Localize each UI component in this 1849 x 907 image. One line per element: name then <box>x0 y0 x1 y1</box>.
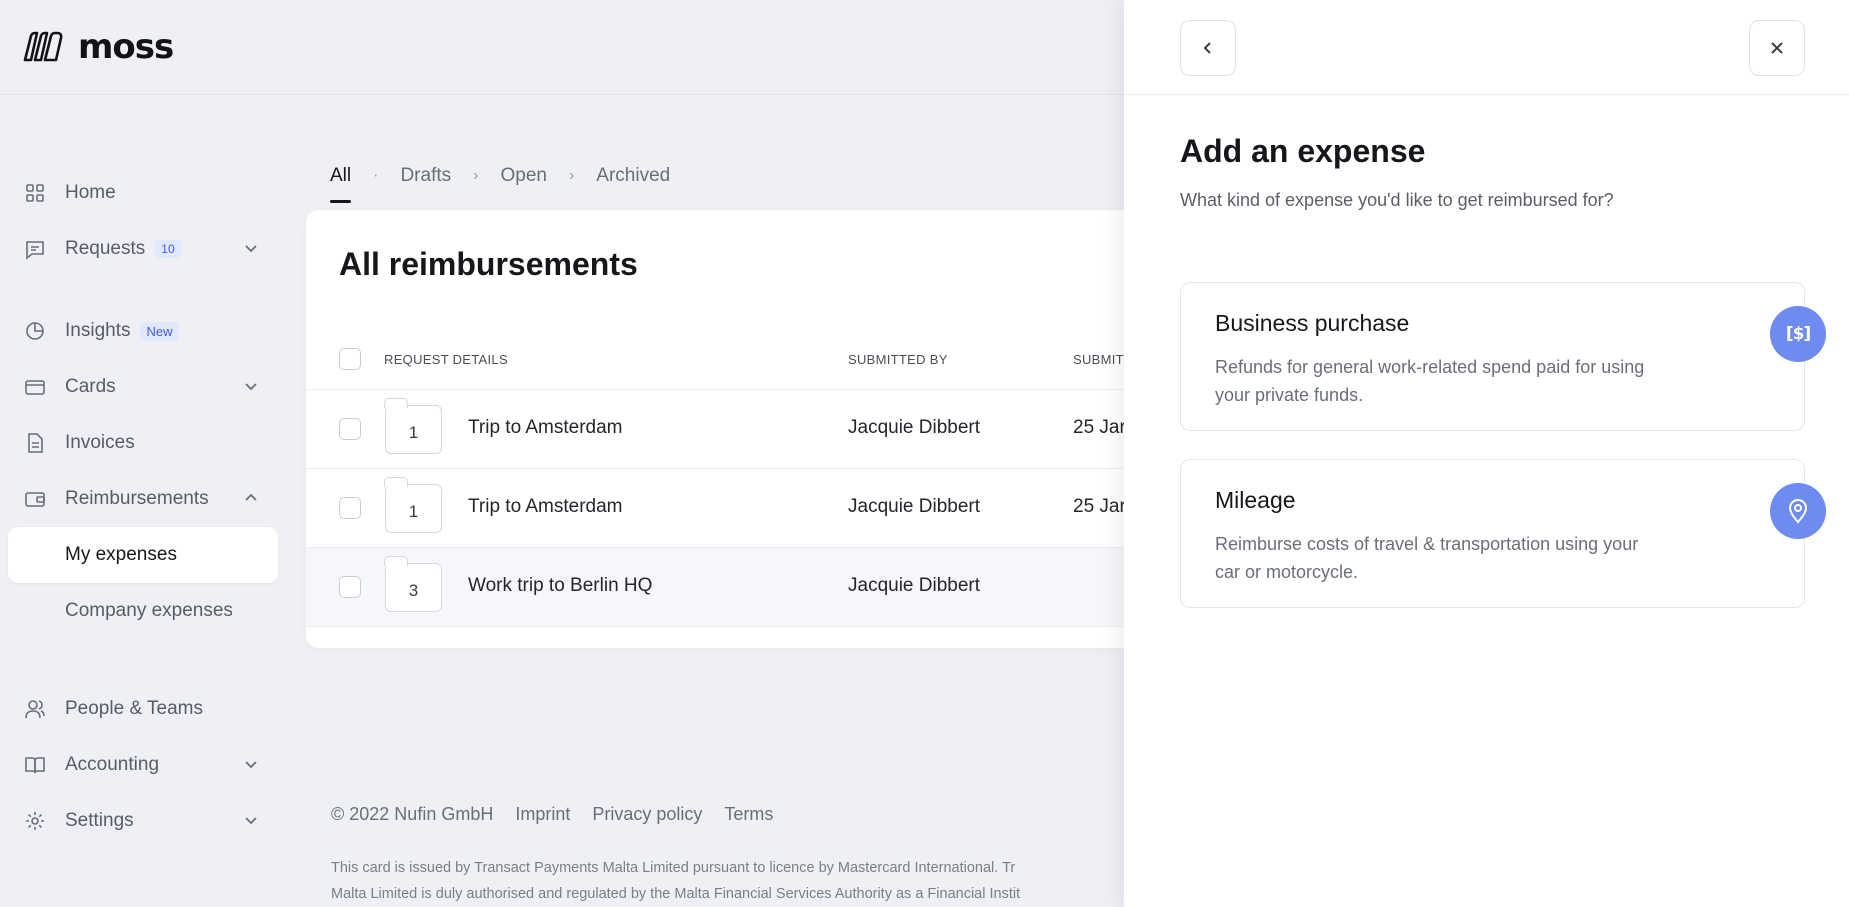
sidebar-item-invoices[interactable]: Invoices <box>0 415 290 471</box>
option-description: Reimburse costs of travel & transportati… <box>1215 534 1639 582</box>
option-title: Mileage <box>1215 487 1296 513</box>
row-checkbox[interactable] <box>339 576 361 598</box>
chevron-right-icon: › <box>473 167 479 184</box>
select-all-checkbox[interactable] <box>339 348 361 370</box>
credit-card-icon <box>24 376 46 398</box>
table-header: REQUEST DETAILS SUBMITTED BY SUBMIT <box>306 330 1124 390</box>
row-checkbox[interactable] <box>339 418 361 440</box>
panel-header <box>1124 0 1849 95</box>
sidebar-item-cards[interactable]: Cards <box>0 359 290 415</box>
chevron-down-icon[interactable] <box>243 812 259 828</box>
sidebar-item-label: Insights <box>65 320 131 341</box>
mileage-option[interactable]: Mileage Reimburse costs of travel & tran… <box>1180 459 1826 608</box>
folder-count-icon: 1 <box>384 477 442 533</box>
top-header: moss <box>0 0 1124 95</box>
sidebar-item-company-expenses[interactable]: Company expenses <box>0 583 290 639</box>
panel-title: Add an expense <box>1180 133 1426 169</box>
submitted-by: Jacquie Dibbert <box>848 496 981 517</box>
wallet-icon <box>24 488 46 510</box>
sidebar-item-label: Accounting <box>65 754 160 775</box>
request-name: Work trip to Berlin HQ <box>468 575 653 596</box>
moss-logo[interactable]: moss <box>22 27 174 67</box>
pie-chart-icon <box>24 320 46 342</box>
table-row[interactable]: 1 Trip to Amsterdam Jacquie Dibbert 25 J… <box>306 390 1124 469</box>
document-icon <box>24 432 46 454</box>
chevron-down-icon[interactable] <box>243 756 259 772</box>
chevron-left-icon <box>1203 42 1211 54</box>
legal-line: Malta Limited is duly authorised and reg… <box>331 886 1021 902</box>
close-icon <box>1771 42 1783 54</box>
people-icon <box>24 698 46 720</box>
tab-all[interactable]: All <box>330 165 352 203</box>
sidebar-item-people-teams[interactable]: People & Teams <box>0 681 290 737</box>
sidebar-item-label: Settings <box>65 810 134 831</box>
new-badge: New <box>140 321 179 341</box>
sidebar-item-label: Invoices <box>65 432 135 453</box>
sidebar-item-label: Cards <box>65 376 116 397</box>
column-header-submitted-by[interactable]: SUBMITTED BY <box>848 352 948 367</box>
sidebar-item-settings[interactable]: Settings <box>0 793 290 849</box>
close-button[interactable] <box>1749 20 1805 76</box>
gear-icon <box>24 810 46 832</box>
location-pin-icon <box>1770 483 1826 539</box>
sidebar-item-label: Home <box>65 182 116 203</box>
submitted-date: 25 Jar <box>1073 496 1124 517</box>
sidebar: Home Requests 10 Insights New Cards Invo… <box>0 165 290 849</box>
submitted-date: 25 Jar <box>1073 417 1124 438</box>
dollar-card-icon: [$] <box>1770 306 1826 362</box>
grid-icon <box>24 182 46 204</box>
page-title: All reimbursements <box>339 246 638 282</box>
submitted-by: Jacquie Dibbert <box>848 575 981 596</box>
tab-archived[interactable]: Archived <box>596 165 670 199</box>
sidebar-item-accounting[interactable]: Accounting <box>0 737 290 793</box>
moss-logo-icon <box>23 31 63 62</box>
option-description: Refunds for general work-related spend p… <box>1215 357 1645 405</box>
panel-subtitle: What kind of expense you'd like to get r… <box>1180 190 1614 210</box>
column-header-details[interactable]: REQUEST DETAILS <box>384 352 508 367</box>
chevron-right-icon: › <box>568 167 575 184</box>
request-name: Trip to Amsterdam <box>468 417 623 438</box>
table-row[interactable]: 1 Trip to Amsterdam Jacquie Dibbert 25 J… <box>306 469 1124 548</box>
business-purchase-option[interactable]: Business purchase Refunds for general wo… <box>1180 282 1826 431</box>
copyright: © 2022 Nufin GmbH <box>331 804 494 824</box>
row-checkbox[interactable] <box>339 497 361 519</box>
tab-open[interactable]: Open <box>500 165 546 199</box>
sidebar-item-requests[interactable]: Requests 10 <box>0 221 290 277</box>
legal-line: This card is issued by Transact Payments… <box>331 860 1016 876</box>
terms-link[interactable]: Terms <box>724 804 773 825</box>
sidebar-item-home[interactable]: Home <box>0 165 290 221</box>
sidebar-item-label: Reimbursements <box>65 488 209 509</box>
sidebar-item-insights[interactable]: Insights New <box>0 303 290 359</box>
privacy-policy-link[interactable]: Privacy policy <box>592 804 702 825</box>
brand-name: moss <box>78 27 174 67</box>
footer-links: © 2022 Nufin GmbH Imprint Privacy policy… <box>331 804 773 825</box>
chevron-down-icon[interactable] <box>243 378 259 394</box>
imprint-link[interactable]: Imprint <box>515 804 570 825</box>
message-icon <box>24 238 46 260</box>
option-title: Business purchase <box>1215 310 1410 336</box>
sidebar-item-reimbursements[interactable]: Reimbursements <box>0 471 290 527</box>
tab-separator: · <box>373 167 379 184</box>
column-header-submitted-on[interactable]: SUBMIT <box>1073 352 1124 367</box>
back-button[interactable] <box>1180 20 1236 76</box>
reimbursements-card: All reimbursements REQUEST DETAILS SUBMI… <box>306 210 1124 648</box>
submitted-by: Jacquie Dibbert <box>848 417 981 438</box>
sidebar-item-label: People & Teams <box>65 698 204 719</box>
sidebar-item-my-expenses[interactable]: My expenses <box>8 527 278 583</box>
status-tabs: All · Drafts › Open › Archived <box>330 165 670 203</box>
folder-count-icon: 1 <box>384 398 442 454</box>
legal-notice: This card is issued by Transact Payments… <box>331 855 1124 907</box>
sidebar-item-label: Requests <box>65 238 146 259</box>
tab-drafts[interactable]: Drafts <box>400 165 451 199</box>
request-name: Trip to Amsterdam <box>468 496 623 517</box>
add-expense-panel: Add an expense What kind of expense you'… <box>1124 0 1849 907</box>
requests-count-badge: 10 <box>155 240 181 258</box>
folder-count-icon: 3 <box>384 556 442 612</box>
chevron-up-icon[interactable] <box>243 490 259 506</box>
book-icon <box>24 754 46 776</box>
table-row[interactable]: 3 Work trip to Berlin HQ Jacquie Dibbert <box>306 548 1124 627</box>
chevron-down-icon[interactable] <box>243 240 259 256</box>
